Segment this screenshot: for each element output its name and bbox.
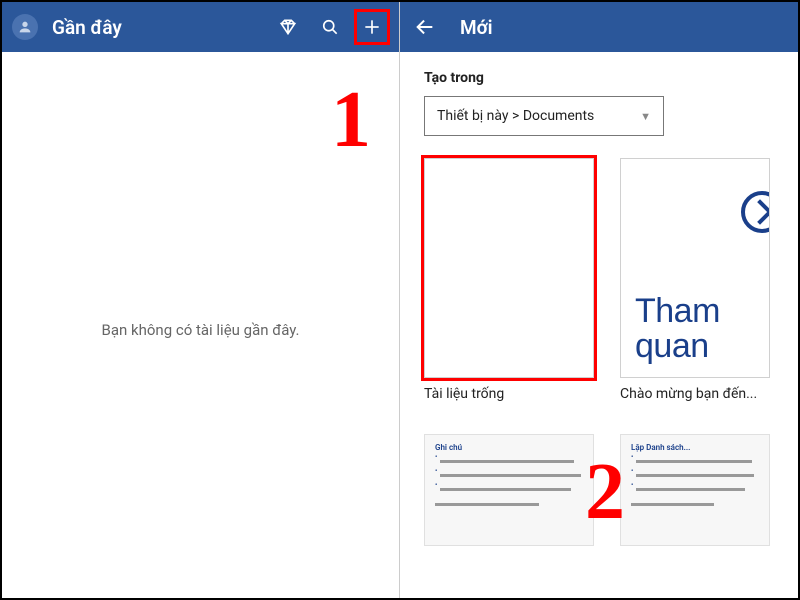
template-blank[interactable]: Tài liệu trống	[424, 158, 594, 402]
page-title: Mới	[460, 16, 788, 39]
chevron-down-icon: ▼	[640, 110, 651, 123]
mini-title: Lập Danh sách...	[631, 443, 759, 452]
template-thumbnail-tour: Tham quan	[620, 158, 770, 378]
account-avatar[interactable]	[12, 14, 38, 40]
template-list[interactable]: Lập Danh sách...	[620, 434, 770, 546]
empty-state-text: Bạn không có tài liệu gần đây.	[101, 321, 299, 339]
template-label: Tài liệu trống	[424, 386, 594, 402]
appbar-new: Mới	[400, 2, 798, 52]
create-in-label: Tạo trong	[424, 70, 782, 86]
new-button[interactable]	[355, 10, 389, 44]
recent-screen: Gần đây Bạn không có tài liệu gần đây. 1	[2, 2, 400, 598]
search-button[interactable]	[313, 10, 347, 44]
template-label: Chào mừng bạn đến...	[620, 386, 770, 402]
person-icon	[17, 19, 33, 35]
template-thumbnail-blank	[424, 158, 594, 378]
appbar-recent: Gần đây	[2, 2, 399, 52]
tour-heading: Tham quan	[635, 294, 757, 365]
diamond-icon	[278, 17, 298, 37]
mini-title: Ghi chú	[435, 443, 583, 452]
arrow-left-icon	[414, 16, 436, 38]
annotation-step-1: 1	[331, 80, 371, 160]
search-icon	[320, 17, 340, 37]
location-dropdown[interactable]: Thiết bị này > Documents ▼	[424, 96, 664, 136]
premium-button[interactable]	[271, 10, 305, 44]
plus-icon	[362, 17, 382, 37]
template-notes[interactable]: Ghi chú	[424, 434, 594, 546]
annotation-step-2: 2	[585, 452, 625, 532]
template-row: Tài liệu trống Tham quan Chào mừng bạn đ…	[424, 158, 782, 402]
arrow-right-icon	[741, 191, 770, 233]
new-doc-screen: Mới Tạo trong Thiết bị này > Documents ▼…	[400, 2, 798, 598]
page-title: Gần đây	[52, 16, 263, 39]
template-tour[interactable]: Tham quan Chào mừng bạn đến...	[620, 158, 770, 402]
location-value: Thiết bị này > Documents	[437, 108, 594, 124]
back-button[interactable]	[410, 16, 440, 38]
